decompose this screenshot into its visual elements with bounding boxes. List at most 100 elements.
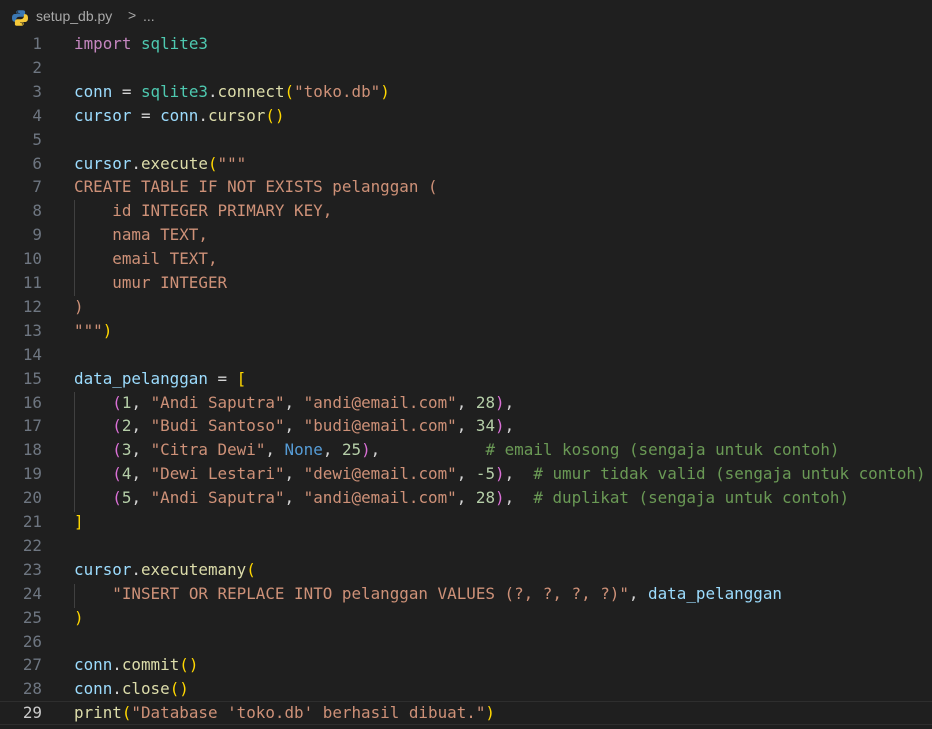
- code-token: conn: [160, 106, 199, 125]
- code-line[interactable]: 9 nama TEXT,: [0, 223, 932, 247]
- code-token: .: [112, 655, 122, 674]
- code-token: "dewi@email.com": [303, 464, 457, 483]
- code-text: """): [74, 319, 112, 343]
- code-token: """: [217, 154, 247, 173]
- code-line[interactable]: 29 print("Database 'toko.db' berhasil dib…: [0, 701, 932, 725]
- line-number: 29: [22, 703, 42, 722]
- code-line[interactable]: 26: [0, 630, 932, 654]
- chevron-right-icon: >: [128, 7, 137, 23]
- code-line[interactable]: 27 conn.commit(): [0, 653, 932, 677]
- code-token: ,: [131, 488, 151, 507]
- code-token: 4: [121, 464, 132, 483]
- code-token: execute: [140, 154, 208, 173]
- code-token: 3: [121, 440, 132, 459]
- code-token: "Dewi Lestari": [150, 464, 285, 483]
- line-number: 17: [22, 416, 42, 435]
- code-line[interactable]: 6 cursor.execute(""": [0, 152, 932, 176]
- code-token: [: [236, 369, 247, 388]
- code-token: print: [74, 703, 122, 722]
- code-text: nama TEXT,: [74, 223, 208, 247]
- code-token: email TEXT,: [74, 249, 218, 268]
- code-token: 25: [341, 440, 362, 459]
- code-line[interactable]: 15 data_pelanggan = [: [0, 367, 932, 391]
- code-token: id INTEGER PRIMARY KEY,: [74, 201, 333, 220]
- code-token: # duplikat (sengaja untuk contoh): [533, 488, 850, 507]
- code-text: umur INTEGER: [74, 271, 227, 295]
- code-token: (): [265, 106, 285, 125]
- code-token: cursor: [74, 154, 132, 173]
- code-token: ,: [504, 464, 534, 483]
- code-token: data_pelanggan: [648, 584, 782, 603]
- line-number: 26: [22, 632, 42, 651]
- code-text: cursor = conn.cursor(): [74, 104, 285, 128]
- code-line[interactable]: 12): [0, 295, 932, 319]
- breadcrumb-file-name[interactable]: setup_db.py: [36, 8, 112, 24]
- code-line[interactable]: 22: [0, 534, 932, 558]
- line-number: 1: [32, 34, 42, 53]
- code-token: ): [74, 297, 84, 316]
- code-line[interactable]: 14: [0, 343, 932, 367]
- line-number: 15: [22, 369, 42, 388]
- code-token: ,: [265, 440, 285, 459]
- code-token: # umur tidak valid (sengaja untuk contoh…: [533, 464, 926, 483]
- code-token: sqlite3: [140, 82, 208, 101]
- code-line[interactable]: 8 id INTEGER PRIMARY KEY,: [0, 199, 932, 223]
- code-line[interactable]: 13 """): [0, 319, 932, 343]
- code-line[interactable]: 21]: [0, 510, 932, 534]
- code-text: data_pelanggan = [: [74, 367, 246, 391]
- code-line[interactable]: 18 (3, "Citra Dewi", None, 25), # email …: [0, 438, 932, 462]
- code-line[interactable]: 3 conn = sqlite3.connect("toko.db"): [0, 80, 932, 104]
- code-token: "Citra Dewi": [150, 440, 266, 459]
- code-line[interactable]: 1 import sqlite3: [0, 32, 932, 56]
- code-text: "INSERT OR REPLACE INTO pelanggan VALUES…: [74, 582, 782, 606]
- code-token: ): [495, 464, 505, 483]
- code-line[interactable]: 20 (5, "Andi Saputra", "andi@email.com",…: [0, 486, 932, 510]
- code-token: 28: [475, 393, 496, 412]
- code-text: (1, "Andi Saputra", "andi@email.com", 28…: [74, 391, 514, 415]
- code-token: -5: [475, 464, 496, 483]
- code-token: ,: [131, 416, 151, 435]
- code-token: .: [131, 560, 141, 579]
- code-editor[interactable]: 1 import sqlite3 2 3 conn = sqlite3.connect(…: [0, 32, 932, 729]
- code-line[interactable]: 16 (1, "Andi Saputra", "andi@email.com",…: [0, 391, 932, 415]
- line-number: 14: [22, 345, 42, 364]
- line-number: 28: [22, 679, 42, 698]
- code-token: "andi@email.com": [303, 488, 457, 507]
- code-line[interactable]: 7 CREATE TABLE IF NOT EXISTS pelanggan (: [0, 175, 932, 199]
- code-token: ,: [322, 440, 342, 459]
- code-line[interactable]: 5: [0, 128, 932, 152]
- code-line[interactable]: 11 umur INTEGER: [0, 271, 932, 295]
- code-token: None: [284, 440, 323, 459]
- code-line[interactable]: 28 conn.close(): [0, 677, 932, 701]
- code-line[interactable]: 24 "INSERT OR REPLACE INTO pelanggan VAL…: [0, 582, 932, 606]
- code-token: ): [361, 440, 371, 459]
- line-number: 2: [32, 58, 42, 77]
- code-line[interactable]: 4 cursor = conn.cursor(): [0, 104, 932, 128]
- code-token: cursor: [207, 106, 266, 125]
- line-number: 16: [22, 393, 42, 412]
- code-token: ,: [456, 393, 476, 412]
- line-number: 7: [32, 177, 42, 196]
- code-token: 5: [121, 488, 132, 507]
- code-token: 28: [475, 488, 496, 507]
- code-token: .: [131, 154, 141, 173]
- code-line[interactable]: 23 cursor.executemany(: [0, 558, 932, 582]
- code-token: "Budi Santoso": [150, 416, 285, 435]
- code-token: """: [74, 321, 103, 340]
- code-token: conn: [74, 655, 113, 674]
- line-number: 24: [22, 584, 42, 603]
- code-text: (4, "Dewi Lestari", "dewi@email.com", -5…: [74, 462, 926, 486]
- breadcrumb-more[interactable]: ...: [143, 8, 155, 24]
- code-line[interactable]: 2: [0, 56, 932, 80]
- code-token: "andi@email.com": [303, 393, 457, 412]
- code-token: ,: [456, 488, 476, 507]
- code-line[interactable]: 17 (2, "Budi Santoso", "budi@email.com",…: [0, 414, 932, 438]
- code-line[interactable]: 19 (4, "Dewi Lestari", "dewi@email.com",…: [0, 462, 932, 486]
- code-token: ): [380, 82, 390, 101]
- code-line[interactable]: 10 email TEXT,: [0, 247, 932, 271]
- line-number: 22: [22, 536, 42, 555]
- code-token: (: [112, 488, 122, 507]
- code-token: "toko.db": [294, 82, 381, 101]
- code-line[interactable]: 25): [0, 606, 932, 630]
